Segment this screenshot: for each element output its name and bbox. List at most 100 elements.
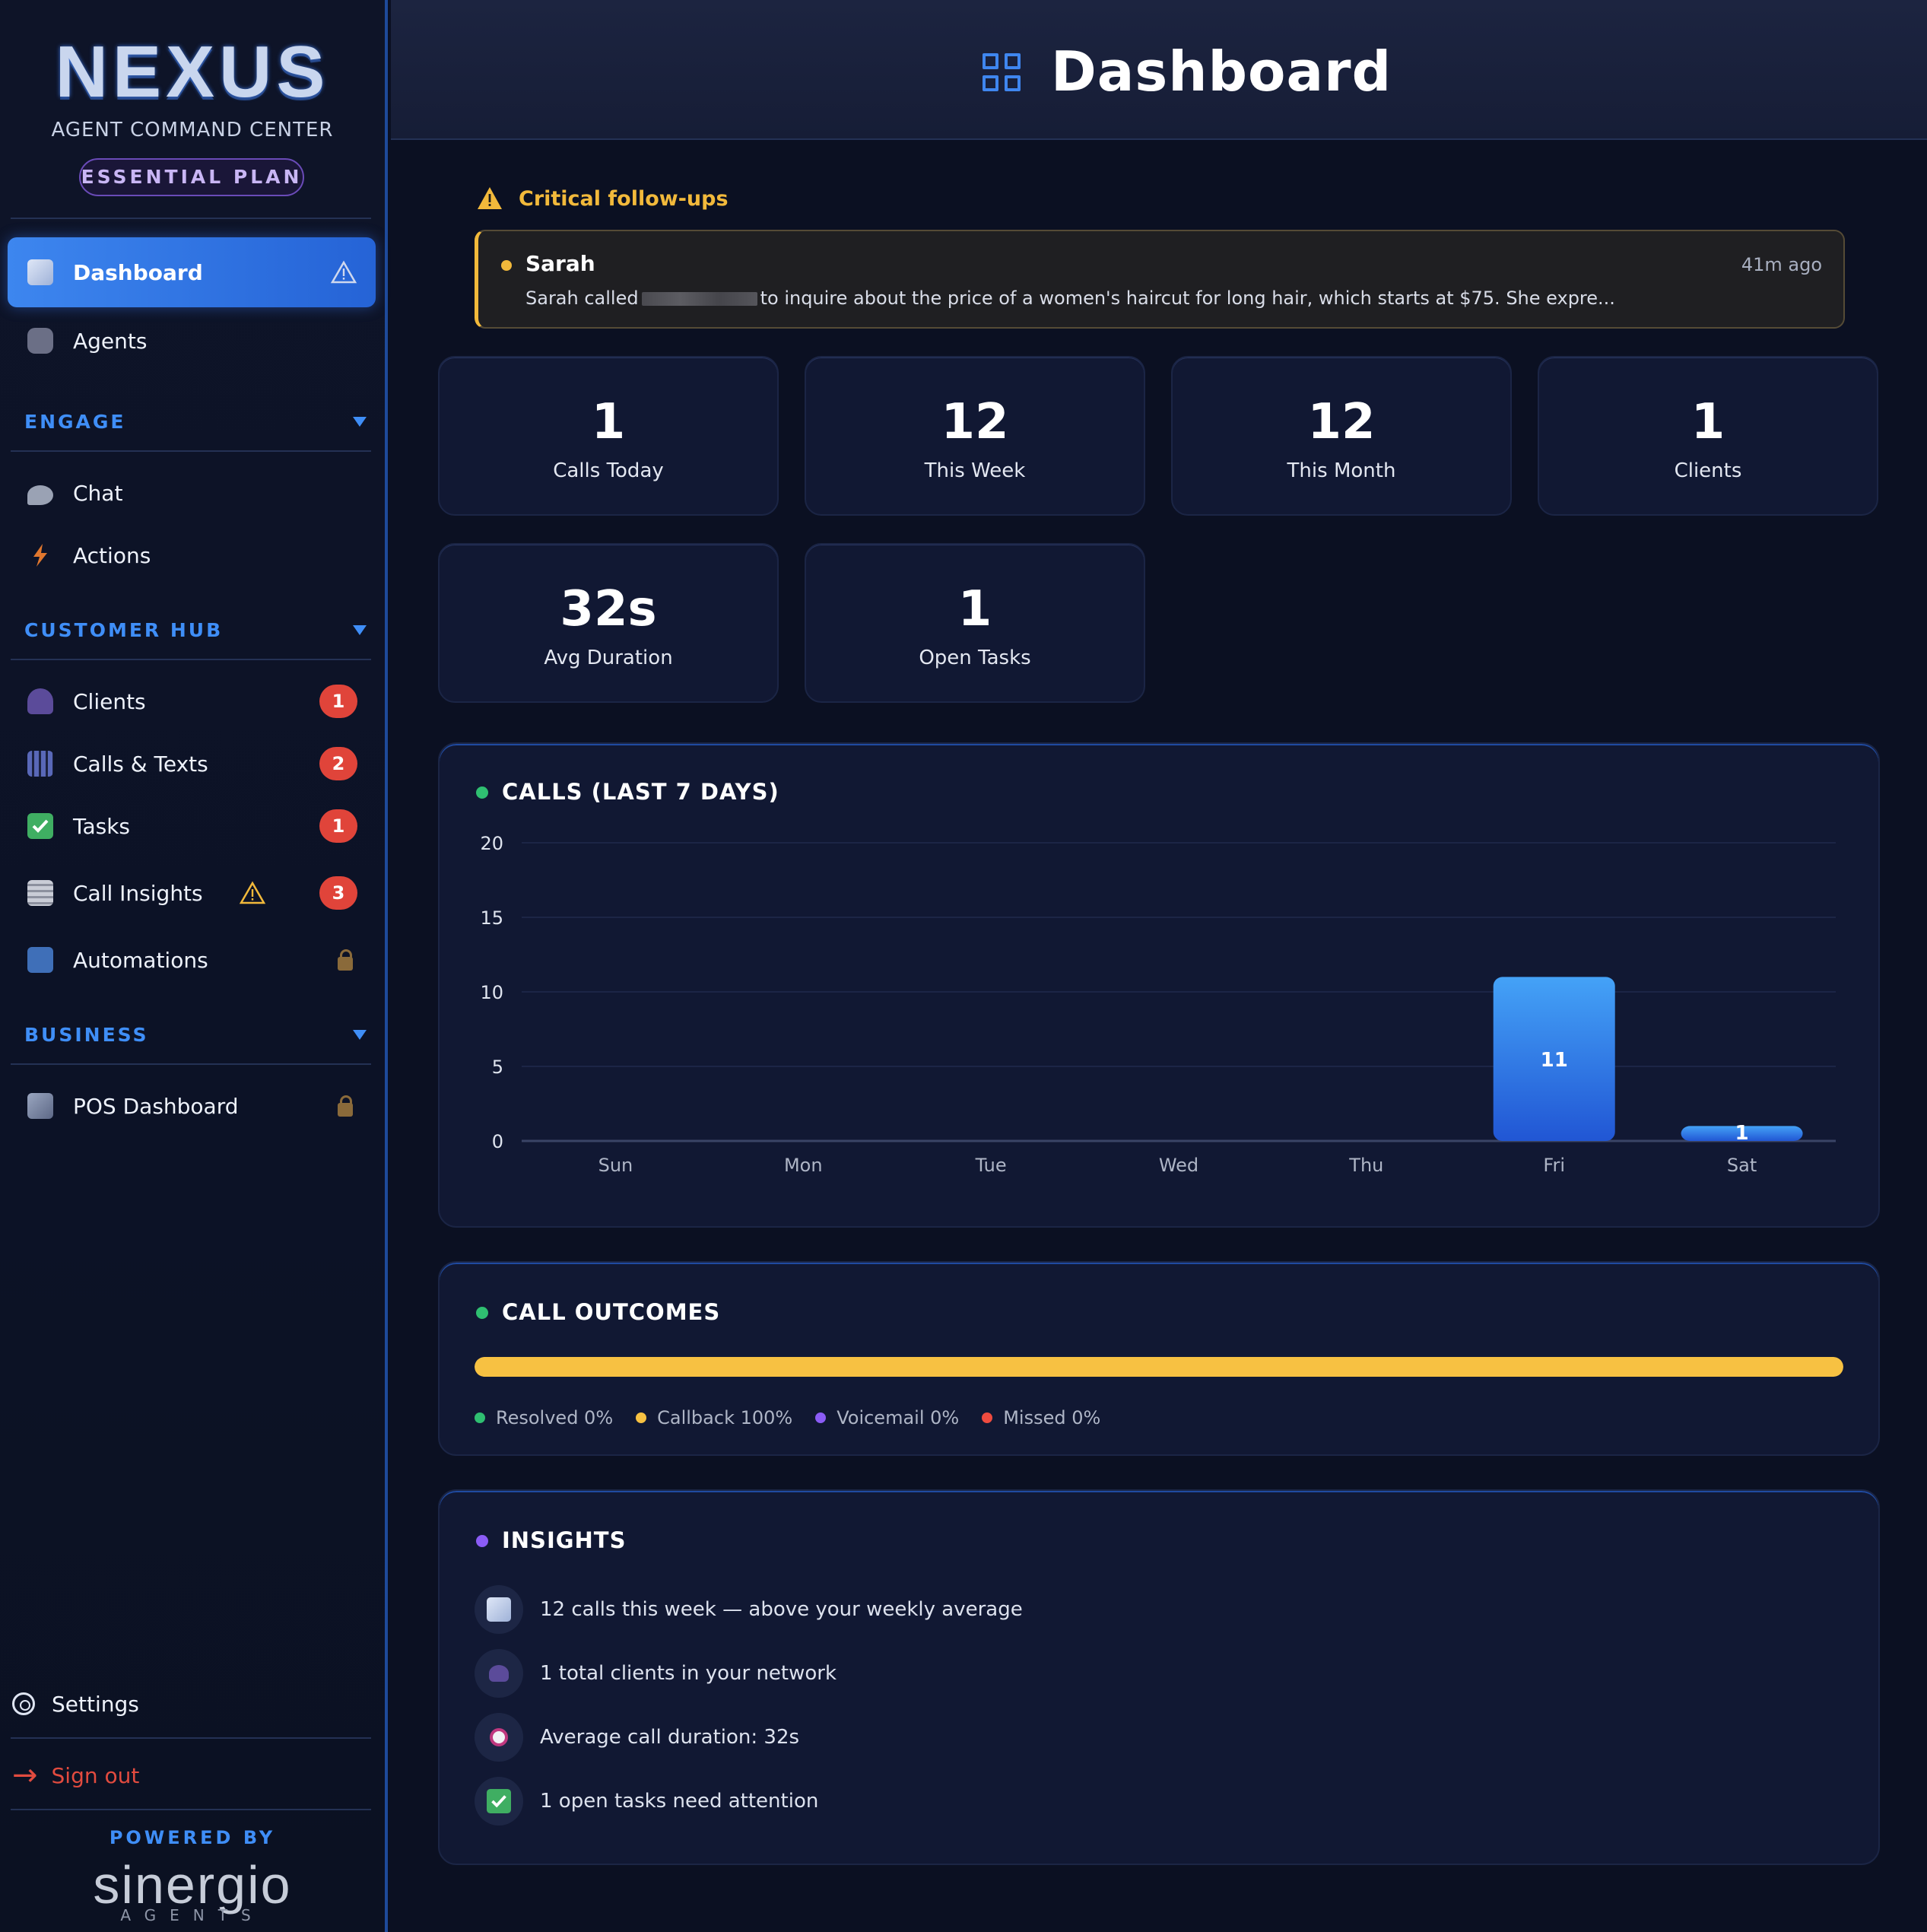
sinergio-logo-sub: AGENTS	[120, 1906, 265, 1924]
sidebar-item-agents[interactable]: Agents	[8, 306, 376, 376]
stat-card-avg-duration: 32s Avg Duration	[438, 543, 779, 703]
count-badge: 1	[319, 685, 357, 718]
chat-bubble-icon	[27, 485, 53, 505]
stat-label: Clients	[1674, 459, 1742, 482]
x-tick-label: Sun	[598, 1155, 633, 1176]
critical-followups-title: Critical follow-ups	[519, 187, 729, 211]
stat-label: Avg Duration	[544, 647, 673, 669]
warning-icon	[239, 881, 266, 904]
sidebar-item-label: Chat	[73, 480, 123, 506]
lightning-icon	[33, 544, 47, 567]
calls-chart-panel: CALLS (LAST 7 DAYS) 0 5 10 15 20 Sun Mon Tue Wed…	[438, 742, 1880, 1228]
count-badge: 3	[319, 876, 357, 910]
settings-button[interactable]: Settings	[12, 1683, 139, 1725]
legend-dot	[982, 1412, 993, 1423]
checkbox-icon	[475, 1777, 523, 1826]
stat-label: Open Tasks	[919, 647, 1031, 669]
sidebar-item-automations[interactable]: Automations	[8, 925, 376, 995]
legend-label: Voicemail 0%	[837, 1407, 960, 1428]
calls-bar-chart: 0 5 10 15 20 Sun Mon Tue Wed Thu 11 Fri 1 Sat	[480, 833, 1836, 1176]
notepad-icon	[27, 880, 53, 906]
section-header-business[interactable]: BUSINESS	[24, 1024, 367, 1046]
section-header-engage[interactable]: ENGAGE	[24, 411, 367, 433]
plan-badge: ESSENTIAL PLAN	[79, 158, 304, 196]
section-divider	[11, 450, 371, 452]
sidebar-item-dashboard[interactable]: Dashboard	[8, 237, 376, 307]
users-icon	[27, 688, 53, 714]
bar-value-label: 1	[1735, 1122, 1749, 1145]
count-badge: 2	[319, 747, 357, 780]
app-subtitle: AGENT COMMAND CENTER	[51, 119, 334, 141]
grid-icon	[983, 53, 1022, 93]
legend-label: Missed 0%	[1003, 1407, 1101, 1428]
sidebar-item-label: Actions	[73, 542, 151, 568]
message-text: to inquire about the price of a women's …	[760, 288, 1615, 309]
y-tick-label: 10	[480, 982, 503, 1003]
sidebar-item-label: Tasks	[73, 813, 131, 839]
gear-icon	[12, 1692, 35, 1715]
sidebar-item-call-insights[interactable]: Call Insights 3	[8, 858, 376, 928]
stat-label: Calls Today	[553, 459, 664, 482]
legend-dot	[636, 1412, 647, 1423]
legend-dot	[815, 1412, 827, 1423]
insight-text: 1 open tasks need attention	[540, 1790, 819, 1813]
chart-title: CALLS (LAST 7 DAYS)	[502, 779, 779, 805]
chart-icon	[27, 259, 53, 285]
chart-icon	[475, 1585, 523, 1634]
insight-item: 1 total clients in your network	[475, 1648, 837, 1699]
main-content: Dashboard Critical follow-ups Sarah 41m …	[391, 0, 1927, 1932]
x-tick-label: Sat	[1727, 1155, 1757, 1176]
insights-title: INSIGHTS	[502, 1527, 627, 1553]
lock-icon	[338, 1095, 353, 1117]
legend-item-missed: Missed 0%	[982, 1407, 1100, 1428]
insight-item: 12 calls this week — above your weekly a…	[475, 1584, 1023, 1635]
lock-icon	[338, 949, 353, 971]
sidebar-item-calls-texts[interactable]: Calls & Texts 2	[8, 729, 376, 799]
legend-item-callback: Callback 100%	[636, 1407, 792, 1428]
contact-name: Sarah	[525, 251, 595, 276]
sidebar-item-label: Clients	[73, 688, 146, 714]
sidebar-item-label: Automations	[73, 947, 208, 973]
outcomes-title: CALL OUTCOMES	[502, 1299, 721, 1325]
sidebar-item-actions[interactable]: Actions	[8, 520, 376, 590]
section-header-customer-hub[interactable]: CUSTOMER HUB	[24, 619, 367, 641]
section-title: BUSINESS	[24, 1024, 149, 1046]
critical-followup-card[interactable]: Sarah 41m ago Sarah called to inquire abo…	[475, 230, 1845, 329]
section-title: ENGAGE	[24, 411, 126, 433]
signout-button[interactable]: → Sign out	[12, 1754, 139, 1797]
outcomes-bar	[475, 1357, 1843, 1377]
stat-value: 12	[941, 394, 1009, 450]
checkbox-icon	[27, 813, 53, 839]
chart-icon	[27, 1093, 53, 1119]
nexus-logo: NEXUS	[55, 31, 330, 113]
y-tick-label: 15	[480, 907, 503, 929]
sidebar-item-chat[interactable]: Chat	[8, 458, 376, 528]
status-dot	[476, 1307, 488, 1319]
status-dot	[501, 260, 512, 271]
stat-value: 12	[1307, 394, 1376, 450]
powered-by-label: POWERED BY	[109, 1827, 276, 1848]
stat-value: 1	[1690, 394, 1725, 450]
sidebar-item-pos-dashboard[interactable]: POS Dashboard	[8, 1071, 376, 1141]
x-tick-label: Wed	[1159, 1155, 1198, 1176]
x-tick-label: Fri	[1543, 1155, 1565, 1176]
top-bar: Dashboard	[391, 0, 1927, 140]
sidebar-item-tasks[interactable]: Tasks 1	[8, 791, 376, 861]
caret-down-icon	[353, 625, 367, 635]
stat-card-calls-today: 1 Calls Today	[438, 356, 779, 516]
followup-message: Sarah called to inquire about the price o…	[525, 288, 1615, 309]
bar-value-label: 11	[1541, 1049, 1568, 1072]
timestamp: 41m ago	[1741, 254, 1822, 275]
sidebar-item-label: Call Insights	[73, 880, 203, 906]
outcomes-legend: Resolved 0% Callback 100% Voicemail 0% M…	[475, 1407, 1123, 1428]
sidebar-item-clients[interactable]: Clients 1	[8, 666, 376, 736]
insight-text: 1 total clients in your network	[540, 1662, 837, 1685]
stat-value: 1	[591, 394, 626, 450]
status-dot	[476, 786, 488, 799]
caret-down-icon	[353, 417, 367, 427]
sidebar-item-label: Dashboard	[73, 259, 203, 285]
warning-icon	[478, 187, 502, 209]
stat-value: 32s	[560, 581, 657, 637]
legend-dot	[475, 1412, 485, 1423]
y-tick-label: 5	[492, 1057, 503, 1078]
